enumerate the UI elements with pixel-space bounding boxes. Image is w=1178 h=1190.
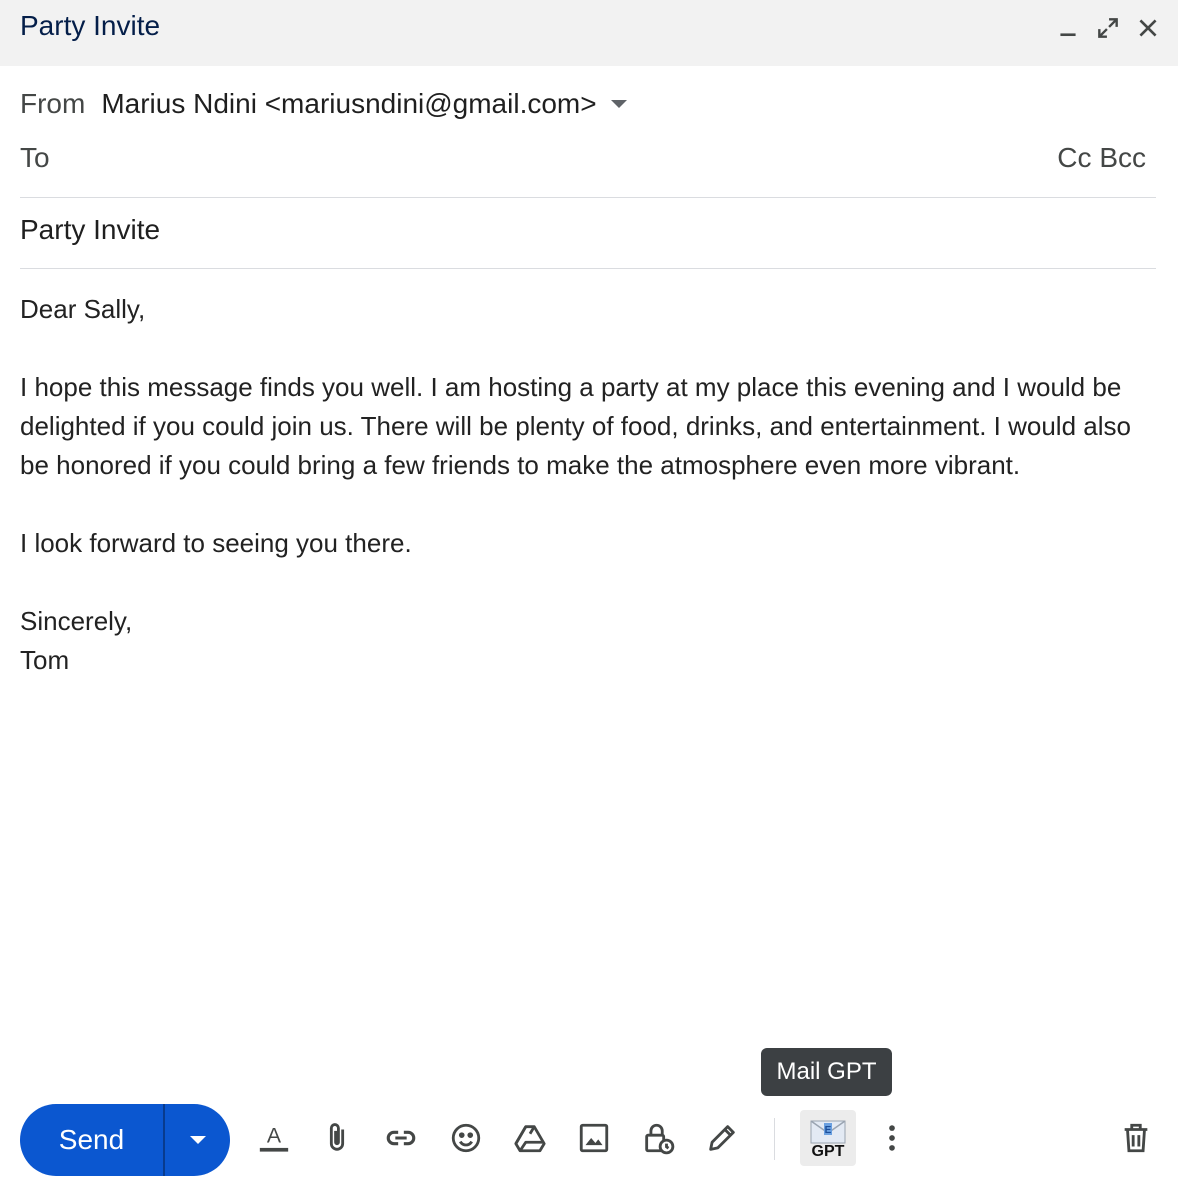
- send-button[interactable]: Send: [20, 1104, 163, 1176]
- message-body[interactable]: Dear Sally, I hope this message finds yo…: [20, 290, 1156, 680]
- attach-icon[interactable]: [315, 1112, 359, 1164]
- chevron-down-icon[interactable]: [610, 100, 627, 108]
- delete-icon[interactable]: [1114, 1112, 1158, 1164]
- drive-icon[interactable]: [508, 1112, 552, 1164]
- mail-gpt-tooltip: Mail GPT: [761, 1048, 892, 1096]
- emoji-icon[interactable]: [444, 1112, 488, 1164]
- confidential-icon[interactable]: [636, 1112, 680, 1164]
- chevron-down-icon: [189, 1136, 206, 1144]
- more-options-icon[interactable]: [870, 1112, 914, 1164]
- from-label: From: [20, 88, 86, 119]
- compose-header: Party Invite: [0, 0, 1178, 66]
- subject-value[interactable]: Party Invite: [20, 214, 160, 246]
- body-greeting: Dear Sally,: [20, 294, 146, 324]
- svg-text:A: A: [267, 1123, 282, 1147]
- to-row[interactable]: To Cc Bcc: [20, 140, 1156, 198]
- send-options-button[interactable]: [165, 1104, 230, 1176]
- expand-icon[interactable]: [1090, 10, 1126, 46]
- signature-icon[interactable]: [700, 1112, 744, 1164]
- body-paragraph-2: I look forward to seeing you there.: [20, 528, 412, 558]
- body-signature: Tom: [20, 645, 70, 675]
- body-paragraph-1: I hope this message finds you well. I am…: [20, 372, 1131, 480]
- minimize-icon[interactable]: [1050, 10, 1086, 46]
- link-icon[interactable]: [379, 1112, 423, 1164]
- mail-gpt-icon: E: [810, 1120, 846, 1144]
- svg-text:E: E: [825, 1125, 832, 1136]
- from-address[interactable]: Marius Ndini <mariusndini@gmail.com>: [101, 88, 596, 120]
- to-label: To: [20, 142, 50, 173]
- toolbar-divider: [774, 1118, 775, 1160]
- cc-bcc-links: Cc Bcc: [1057, 142, 1146, 174]
- format-text-icon[interactable]: A: [252, 1112, 296, 1164]
- bcc-link[interactable]: Bcc: [1099, 142, 1146, 173]
- from-row: From Marius Ndini <mariusndini@gmail.com…: [20, 84, 627, 124]
- photo-icon[interactable]: [572, 1112, 616, 1164]
- body-closing: Sincerely,: [20, 606, 133, 636]
- subject-field[interactable]: Party Invite: [20, 197, 1156, 269]
- cc-link[interactable]: Cc: [1057, 142, 1091, 173]
- close-icon[interactable]: [1130, 10, 1166, 46]
- mail-gpt-label: GPT: [811, 1143, 845, 1160]
- send-button-group: Send: [20, 1104, 230, 1176]
- compose-title: Party Invite: [20, 10, 161, 41]
- mail-gpt-button[interactable]: E GPT: [800, 1110, 856, 1166]
